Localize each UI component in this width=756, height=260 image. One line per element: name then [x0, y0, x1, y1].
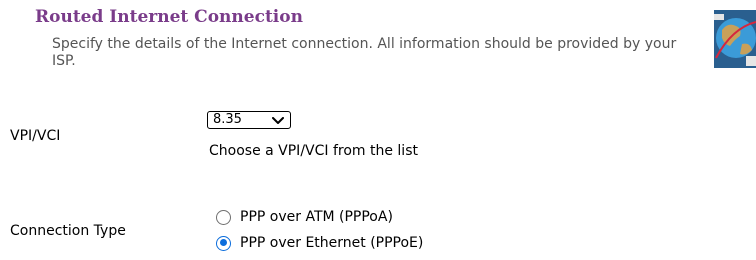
connection-type-label: Connection Type: [10, 223, 126, 239]
radio-option-pppoa[interactable]: PPP over ATM (PPPoA): [216, 207, 393, 227]
radio-label-pppoa[interactable]: PPP over ATM (PPPoA): [240, 209, 393, 225]
page-description: Specify the details of the Internet conn…: [52, 36, 677, 69]
globe-network-icon: [714, 10, 756, 68]
vpi-vci-selected-value: 8.35: [213, 112, 242, 127]
radio-button-pppoa[interactable]: [216, 209, 231, 225]
vpi-vci-hint: Choose a VPI/VCI from the list: [209, 143, 418, 159]
chevron-down-icon: [272, 117, 284, 124]
page-title: Routed Internet Connection: [35, 7, 303, 27]
radio-option-pppoe[interactable]: PPP over Ethernet (PPPoE): [216, 233, 423, 253]
vpi-vci-label: VPI/VCI: [10, 128, 61, 144]
radio-label-pppoe[interactable]: PPP over Ethernet (PPPoE): [240, 235, 423, 251]
radio-button-pppoe[interactable]: [216, 235, 231, 251]
vpi-vci-select[interactable]: 8.35: [207, 111, 291, 129]
